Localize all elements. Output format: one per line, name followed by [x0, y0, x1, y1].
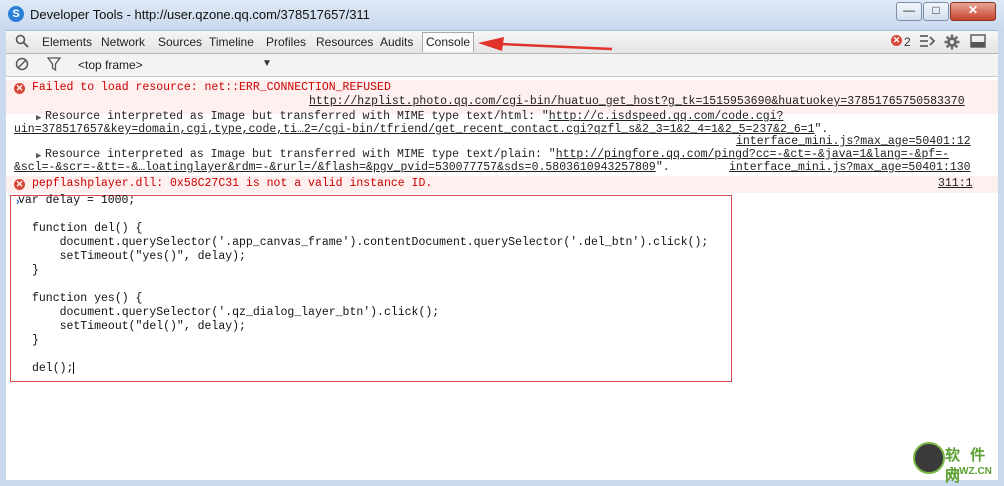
- watermark-url: JLWZ.CN: [948, 466, 992, 477]
- annotation-arrow: [478, 37, 613, 51]
- watermark-text: 软 件 网: [945, 447, 989, 485]
- watermark-logo: [913, 442, 945, 474]
